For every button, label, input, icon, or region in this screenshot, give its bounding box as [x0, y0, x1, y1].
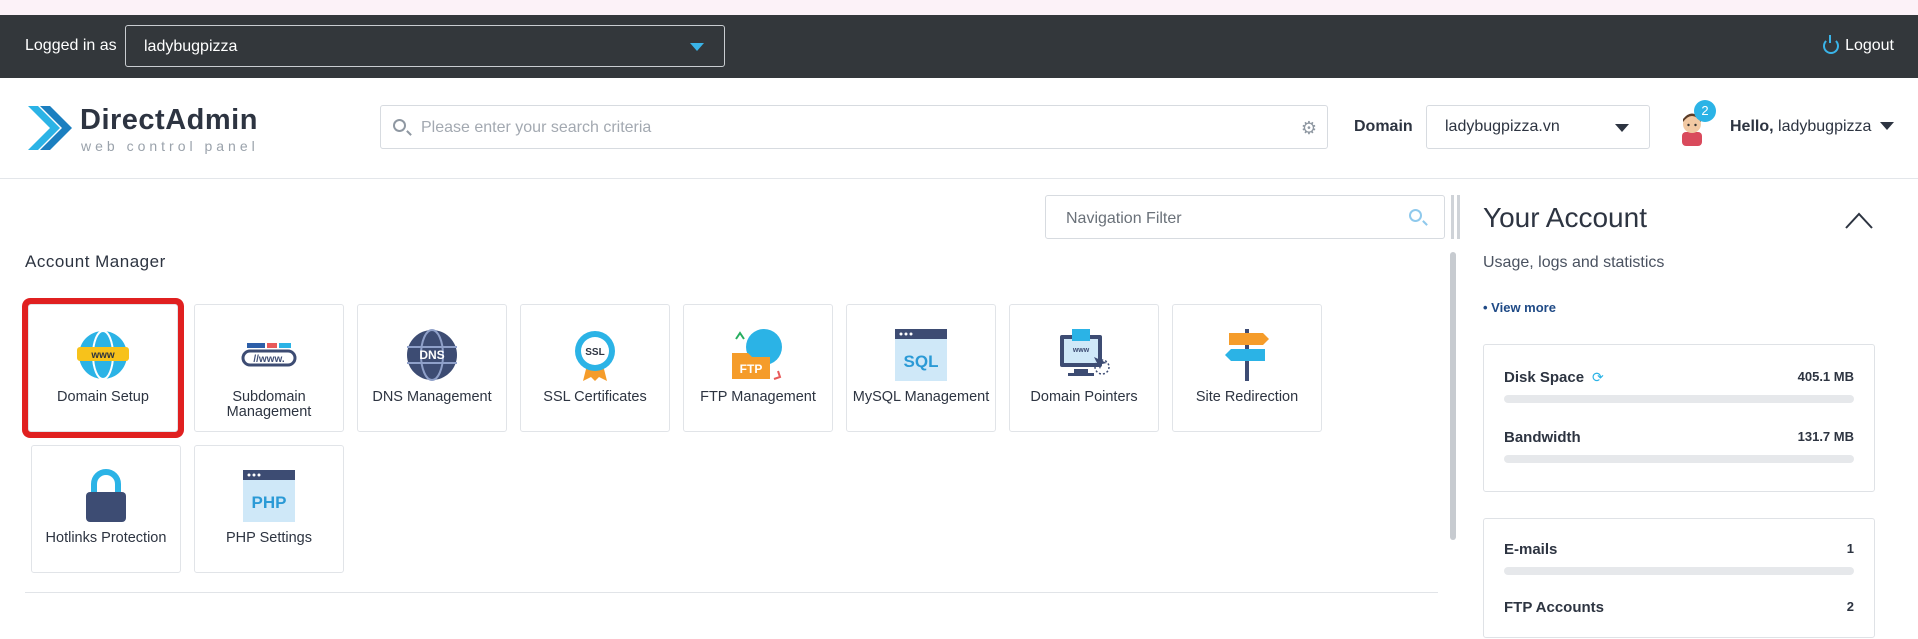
tile-hotlinks-protection[interactable]: Hotlinks Protection — [31, 445, 181, 573]
stat-value: 405.1 MB — [1797, 369, 1854, 384]
tile-label: PHP Settings — [226, 530, 312, 546]
logout-button[interactable]: Logout — [1823, 35, 1894, 55]
subdomain-www-icon: //www. — [241, 343, 297, 367]
logo[interactable]: DirectAdmin web control panel — [24, 100, 264, 160]
progress-bar — [1504, 567, 1854, 575]
resize-handle[interactable] — [1457, 195, 1460, 239]
stat-disk-space: Disk Space ⟳ 405.1 MB — [1504, 369, 1854, 409]
ssl-badge-icon: SSL — [575, 331, 615, 381]
search-box: ⚙ — [380, 105, 1328, 149]
sql-window-icon: SQL — [895, 329, 947, 381]
resize-handle[interactable] — [1451, 195, 1454, 239]
tile-domain-pointers[interactable]: www Domain Pointers — [1009, 304, 1159, 432]
tile-ftp-management[interactable]: FTP FTP Management — [683, 304, 833, 432]
chevron-down-icon — [1615, 124, 1629, 132]
stat-value: 2 — [1846, 599, 1854, 614]
user-menu[interactable]: Hello, ladybugpizza — [1730, 118, 1871, 136]
svg-text:PHP: PHP — [252, 493, 287, 512]
view-more-link[interactable]: • View more — [1483, 300, 1556, 315]
account-select-value: ladybugpizza — [144, 38, 238, 55]
logged-in-label: Logged in as — [25, 37, 117, 54]
tile-mysql-management[interactable]: SQL MySQL Management — [846, 304, 996, 432]
tile-php-settings[interactable]: PHP PHP Settings — [194, 445, 344, 573]
tile-label: SSL Certificates — [543, 389, 647, 405]
top-strip — [0, 0, 1918, 15]
php-window-icon: PHP — [243, 470, 295, 522]
account-select[interactable]: ladybugpizza — [125, 25, 725, 67]
section-title: Account Manager — [25, 252, 166, 271]
search-icon — [1409, 209, 1422, 222]
stat-name: E-mails — [1504, 541, 1558, 558]
tile-subdomain-management[interactable]: //www. Subdomain Management — [194, 304, 344, 432]
tile-label: Site Redirection — [1195, 389, 1299, 405]
panel-subtitle: Usage, logs and statistics — [1483, 254, 1665, 271]
hello-label: Hello, — [1730, 118, 1774, 135]
tile-domain-setup[interactable]: www Domain Setup — [28, 304, 178, 432]
brand-name: DirectAdmin — [80, 104, 258, 136]
tile-ssl-certificates[interactable]: SSL SSL Certificates — [520, 304, 670, 432]
stat-name: Bandwidth — [1504, 429, 1581, 446]
monitor-pointer-icon: www — [1060, 329, 1110, 376]
padlock-icon — [86, 469, 126, 522]
brand-subtitle: web control panel — [81, 138, 259, 154]
svg-text:DNS: DNS — [419, 348, 444, 362]
tile-label: Subdomain Management — [226, 389, 312, 420]
power-icon — [1823, 35, 1840, 54]
refresh-icon[interactable]: ⟳ — [1592, 369, 1604, 386]
tile-label: Domain Pointers — [1030, 389, 1138, 405]
panel-title: Your Account — [1483, 202, 1647, 233]
progress-bar — [1504, 455, 1854, 463]
svg-text:SQL: SQL — [904, 352, 939, 371]
usage-card: Disk Space ⟳ 405.1 MB Bandwidth 131.7 MB — [1483, 344, 1875, 492]
stat-emails: E-mails 1 — [1504, 541, 1854, 581]
header: DirectAdmin web control panel ⚙ Domain l… — [0, 78, 1918, 179]
stat-value: 131.7 MB — [1797, 429, 1854, 444]
tile-label: MySQL Management — [852, 389, 990, 405]
divider — [25, 592, 1438, 593]
counts-card: E-mails 1 FTP Accounts 2 — [1483, 518, 1875, 638]
chevron-down-icon[interactable] — [1880, 122, 1894, 130]
tile-label: DNS Management — [372, 389, 492, 405]
svg-text:www: www — [90, 350, 115, 361]
chevron-up-icon[interactable] — [1844, 210, 1874, 230]
globe-www-icon: www — [77, 330, 129, 380]
logout-label: Logout — [1845, 37, 1894, 54]
svg-text:FTP: FTP — [740, 362, 763, 376]
domain-select[interactable]: ladybugpizza.vn — [1426, 105, 1650, 149]
tile-label: Hotlinks Protection — [45, 530, 167, 546]
svg-text:SSL: SSL — [585, 347, 604, 358]
stat-bandwidth: Bandwidth 131.7 MB — [1504, 429, 1854, 469]
domain-select-value: ladybugpizza.vn — [1445, 118, 1560, 135]
progress-bar — [1504, 395, 1854, 403]
tile-dns-management[interactable]: DNS DNS Management — [357, 304, 507, 432]
username: ladybugpizza — [1778, 118, 1872, 135]
notification-badge[interactable]: 2 — [1694, 100, 1716, 122]
search-icon — [393, 119, 406, 132]
svg-text://www.: //www. — [253, 354, 285, 365]
dns-globe-icon: DNS — [407, 329, 457, 381]
stat-name: Disk Space ⟳ — [1504, 369, 1604, 386]
scrollbar[interactable] — [1450, 252, 1456, 540]
directadmin-logo-icon — [28, 106, 72, 150]
domain-label: Domain — [1354, 118, 1413, 135]
search-input[interactable] — [419, 116, 1283, 140]
navigation-filter — [1045, 195, 1445, 239]
stat-value: 1 — [1846, 541, 1854, 556]
signpost-icon — [1225, 329, 1269, 381]
tile-label: Domain Setup — [57, 389, 149, 405]
top-bar: Logged in as ladybugpizza Logout — [0, 15, 1918, 78]
svg-text:www: www — [1072, 347, 1090, 354]
ftp-folder-icon: FTP — [732, 329, 782, 380]
tile-site-redirection[interactable]: Site Redirection — [1172, 304, 1322, 432]
navigation-filter-input[interactable] — [1064, 207, 1398, 231]
stat-ftp-accounts: FTP Accounts 2 — [1504, 599, 1854, 639]
gear-icon[interactable]: ⚙ — [1301, 118, 1317, 139]
chevron-down-icon — [690, 43, 704, 51]
tile-label: FTP Management — [700, 389, 816, 405]
